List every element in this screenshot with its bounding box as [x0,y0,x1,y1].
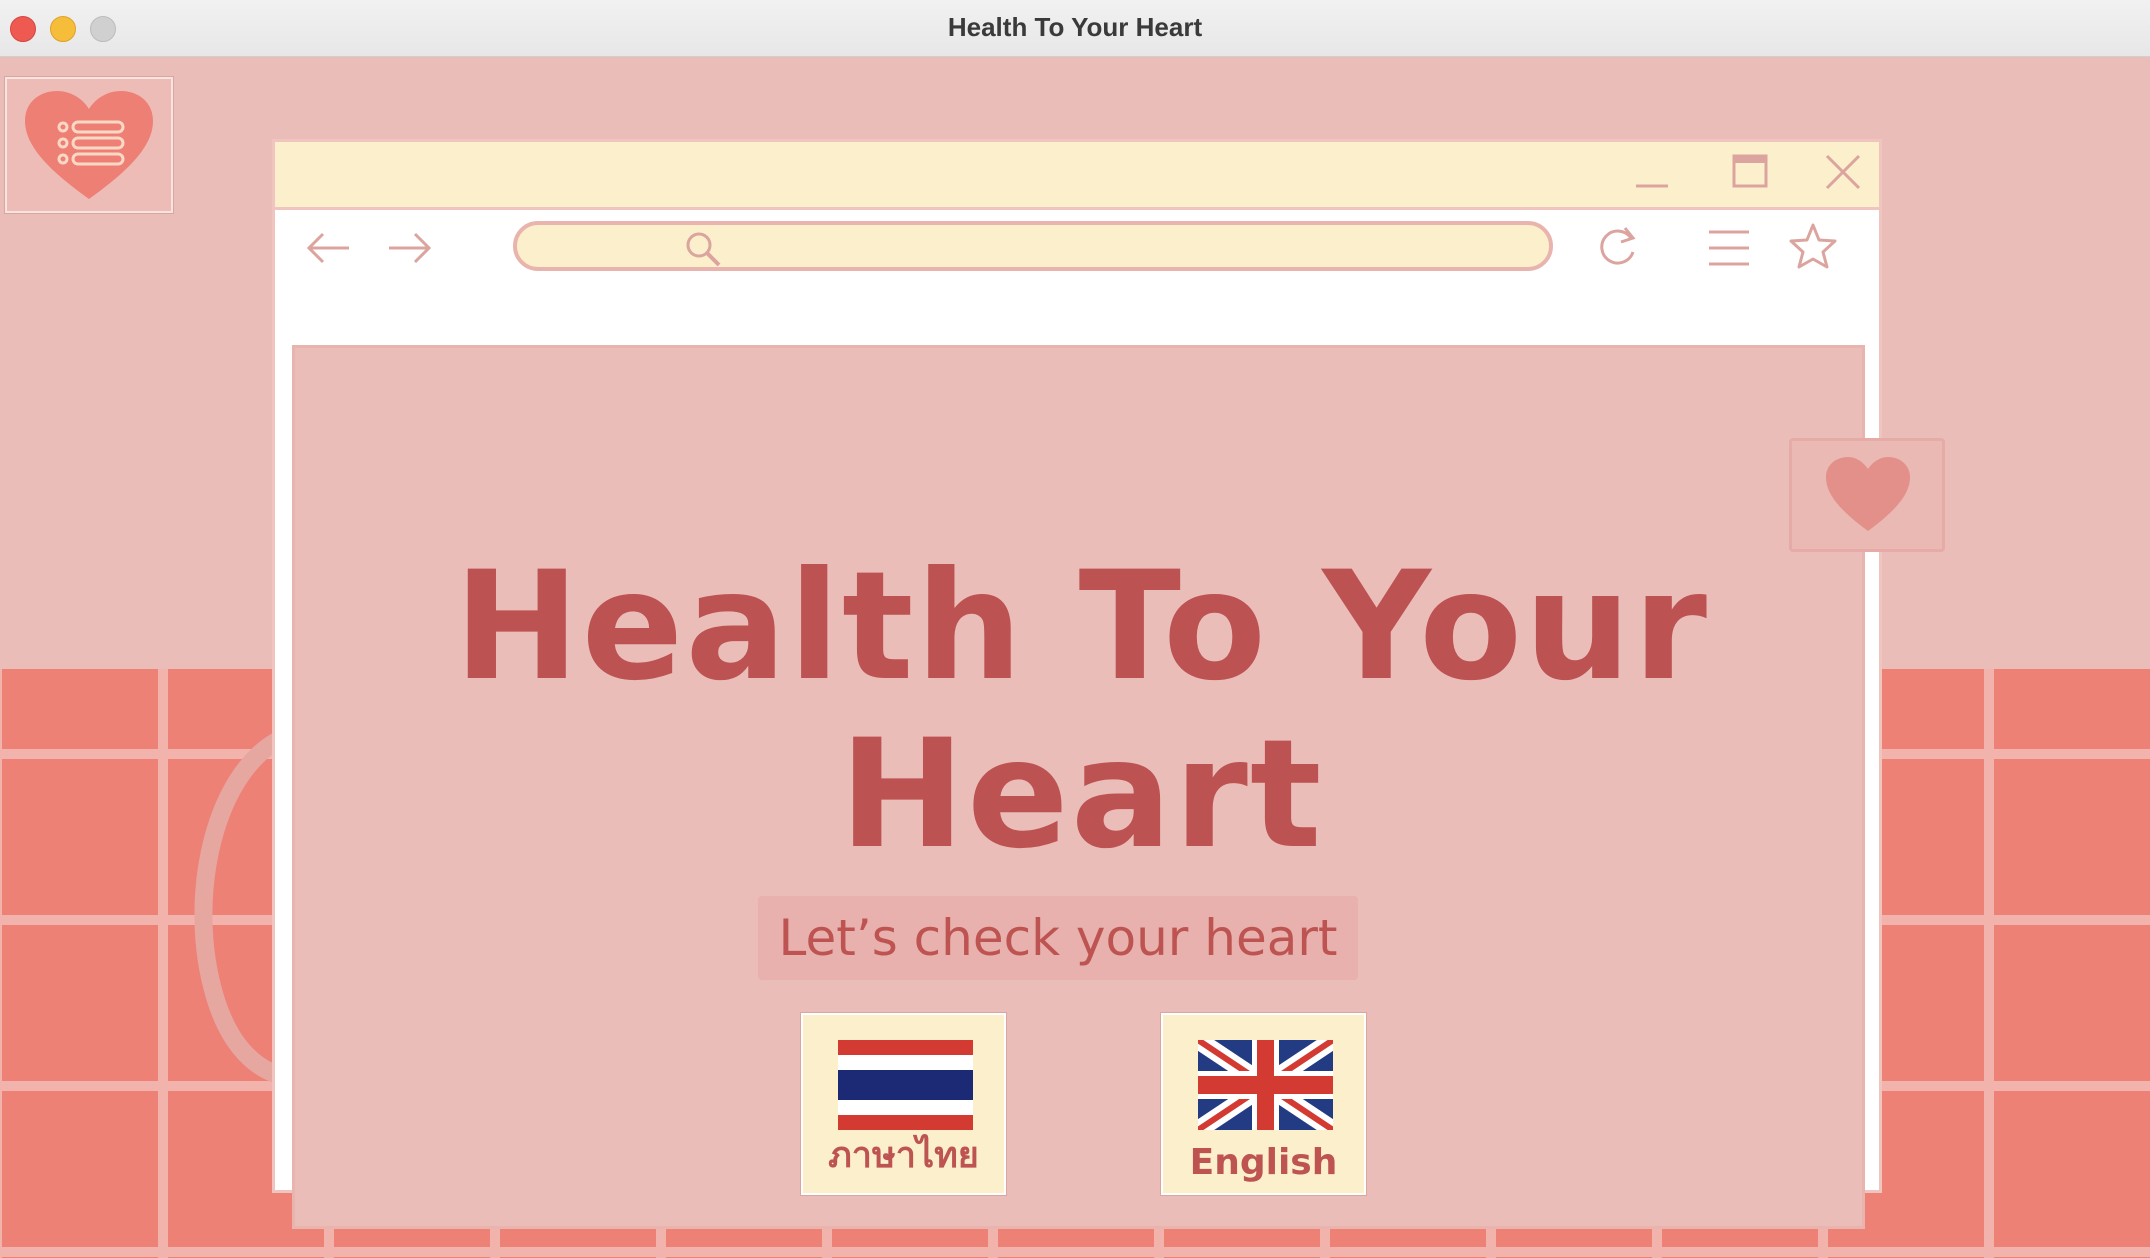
window-title: Health To Your Heart [947,12,1203,42]
maximize-icon[interactable] [1730,152,1770,192]
arrow-left-icon[interactable] [303,228,353,268]
address-bar[interactable] [513,221,1553,271]
close-icon[interactable] [1823,152,1863,192]
thai-language-label: ภาษาไทย [828,1135,979,1176]
subtitle: Let’s check your heart [778,909,1338,967]
thai-language-button[interactable]: ภาษาไทย [801,1013,1006,1195]
heart-list-icon [25,91,153,199]
page-title-line-1: Health To Your [454,540,1709,714]
hamburger-icon[interactable] [1707,226,1751,270]
star-icon[interactable] [1789,222,1837,270]
app-canvas: Health To Your Heart Let’s check your he… [0,57,2150,1258]
english-language-button[interactable]: English [1161,1013,1366,1195]
browser-toolbar [275,210,1879,290]
heart-icon [1826,457,1910,531]
window-titlebar: Health To Your Heart [0,0,2150,57]
page-title-line-2: Heart [839,708,1324,882]
refresh-icon[interactable] [1595,224,1641,270]
browser-titlebar [275,142,1879,210]
browser-illustration: Health To Your Heart Let’s check your he… [272,139,1882,1229]
arrow-right-icon[interactable] [385,228,435,268]
browser-viewport: Health To Your Heart Let’s check your he… [292,345,1865,1229]
english-language-label: English [1189,1142,1338,1183]
subtitle-box: Let’s check your heart [758,896,1358,980]
menu-button[interactable] [5,77,173,213]
minimize-icon[interactable] [1632,152,1672,192]
page-title: Health To Your Heart [295,543,1868,879]
thai-flag-icon [838,1040,973,1130]
uk-flag-icon [1198,1040,1333,1130]
search-icon [686,232,721,267]
heart-note-decoration [1789,438,1945,552]
